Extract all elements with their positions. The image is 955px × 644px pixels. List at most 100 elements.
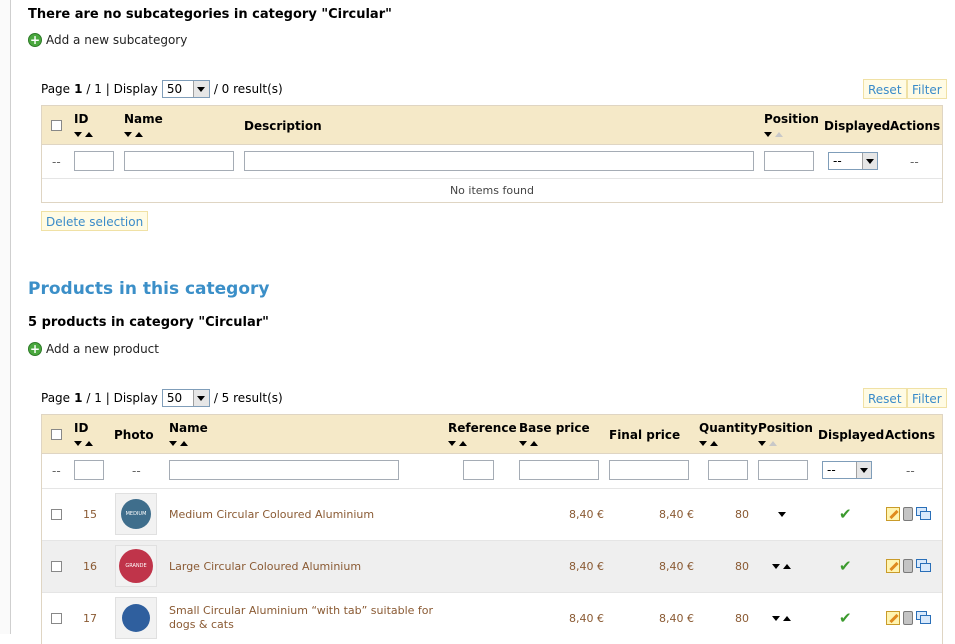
empty-message: No items found	[449, 184, 535, 197]
photo-text: MEDIUM	[125, 511, 147, 517]
filter-name-input[interactable]	[124, 151, 234, 171]
table-header: ID Photo Name Reference Base price Final…	[42, 415, 942, 454]
reset-button[interactable]: Reset	[863, 388, 907, 408]
subcategory-pager: Page 1 / 1 | Display 50 / 0 result(s)	[41, 80, 283, 98]
move-down-icon[interactable]	[778, 512, 786, 517]
table-row[interactable]: 16 GRANDE Large Circular Coloured Alumin…	[42, 541, 942, 593]
displayed-check-icon[interactable]: ✔	[839, 557, 852, 575]
row-checkbox[interactable]	[51, 613, 62, 624]
select-all-checkbox[interactable]	[51, 120, 62, 131]
table-row[interactable]: 15 MEDIUM Medium Circular Coloured Alumi…	[42, 489, 942, 541]
sort-id[interactable]	[74, 132, 93, 137]
filter-name-input[interactable]	[169, 460, 399, 480]
row-actions	[886, 507, 932, 521]
subcategory-table: ID Name Description Position Displayed A…	[41, 105, 943, 203]
filter-quantity-input[interactable]	[708, 460, 748, 480]
base-price: 8,40 €	[569, 560, 604, 573]
move-down-icon[interactable]	[772, 564, 780, 569]
filter-displayed-select[interactable]: --	[828, 152, 878, 170]
add-product-link[interactable]: + Add a new product	[28, 342, 159, 356]
filter-position-input[interactable]	[764, 151, 814, 171]
edit-icon[interactable]	[886, 611, 900, 625]
delete-icon[interactable]	[903, 611, 913, 625]
reset-button[interactable]: Reset	[863, 79, 907, 99]
row-actions	[886, 611, 932, 625]
quantity: 80	[735, 560, 749, 573]
delete-icon[interactable]	[903, 507, 913, 521]
product-tag-image: GRANDE	[119, 549, 153, 583]
col-quantity: Quantity	[699, 421, 758, 435]
move-down-icon[interactable]	[772, 616, 780, 621]
per-page-select[interactable]: 50	[161, 80, 210, 98]
col-name: Name	[124, 112, 163, 126]
add-icon: +	[28, 33, 42, 47]
col-displayed: Displayed	[818, 428, 885, 442]
sort-position[interactable]	[758, 441, 777, 446]
sort-position[interactable]	[764, 132, 783, 137]
product-name[interactable]: Large Circular Coloured Aluminium	[169, 560, 361, 573]
filter-base-price-input[interactable]	[519, 460, 599, 480]
filter-button[interactable]: Filter	[907, 79, 947, 99]
add-subcategory-label: Add a new subcategory	[46, 33, 188, 47]
page-number: 1	[74, 391, 83, 405]
col-actions: Actions	[885, 428, 936, 442]
move-up-icon[interactable]	[783, 564, 791, 569]
position-arrows[interactable]	[772, 616, 791, 621]
sort-quantity[interactable]	[699, 441, 718, 446]
filter-final-price-input[interactable]	[609, 460, 689, 480]
displayed-check-icon[interactable]: ✔	[839, 505, 852, 523]
filter-displayed-select[interactable]: --	[822, 461, 872, 479]
table-row[interactable]: 17 Small Circular Aluminium “with tab” s…	[42, 593, 942, 644]
results-count: / 5 result(s)	[213, 391, 283, 405]
final-price: 8,40 €	[659, 612, 694, 625]
duplicate-icon[interactable]	[916, 507, 932, 521]
sort-reference[interactable]	[448, 441, 467, 446]
product-tag-image	[122, 604, 150, 632]
per-page-select[interactable]: 50	[161, 389, 210, 407]
filter-dash: --	[52, 464, 61, 478]
col-name: Name	[169, 421, 208, 435]
sort-id[interactable]	[74, 441, 93, 446]
sort-base-price[interactable]	[519, 441, 538, 446]
row-id: 17	[83, 612, 97, 625]
filter-id-input[interactable]	[74, 460, 104, 480]
select-all-checkbox[interactable]	[51, 429, 62, 440]
final-price: 8,40 €	[659, 560, 694, 573]
col-description: Description	[244, 119, 322, 133]
row-checkbox[interactable]	[51, 509, 62, 520]
results-count: / 0 result(s)	[213, 82, 283, 96]
subcategory-heading: There are no subcategories in category "…	[28, 7, 392, 22]
product-photo: MEDIUM	[115, 493, 157, 535]
displayed-check-icon[interactable]: ✔	[839, 609, 852, 627]
row-checkbox[interactable]	[51, 561, 62, 572]
position-arrows[interactable]	[772, 564, 791, 569]
sort-name[interactable]	[169, 441, 188, 446]
duplicate-icon[interactable]	[916, 559, 932, 573]
add-icon: +	[28, 342, 42, 356]
quantity: 80	[735, 612, 749, 625]
delete-icon[interactable]	[903, 559, 913, 573]
edit-icon[interactable]	[886, 559, 900, 573]
position-arrows[interactable]	[778, 512, 786, 517]
chevron-down-icon	[192, 81, 209, 97]
filter-button[interactable]: Filter	[907, 388, 947, 408]
product-name[interactable]: Medium Circular Coloured Aluminium	[169, 508, 374, 521]
left-border	[0, 0, 11, 634]
filter-position-input[interactable]	[758, 460, 808, 480]
col-actions: Actions	[890, 119, 941, 133]
move-up-icon[interactable]	[783, 616, 791, 621]
filter-description-input[interactable]	[244, 151, 754, 171]
duplicate-icon[interactable]	[916, 611, 932, 625]
base-price: 8,40 €	[569, 508, 604, 521]
col-position: Position	[764, 112, 819, 126]
filter-id-input[interactable]	[74, 151, 114, 171]
add-subcategory-link[interactable]: + Add a new subcategory	[28, 33, 187, 47]
sort-name[interactable]	[124, 132, 143, 137]
col-photo: Photo	[114, 428, 154, 442]
page-sep: / 1 | Display	[86, 82, 158, 96]
delete-selection-button[interactable]: Delete selection	[41, 211, 149, 231]
row-id: 16	[83, 560, 97, 573]
filter-reference-input[interactable]	[463, 460, 494, 480]
edit-icon[interactable]	[886, 507, 900, 521]
product-name[interactable]: Small Circular Aluminium “with tab” suit…	[169, 604, 444, 632]
